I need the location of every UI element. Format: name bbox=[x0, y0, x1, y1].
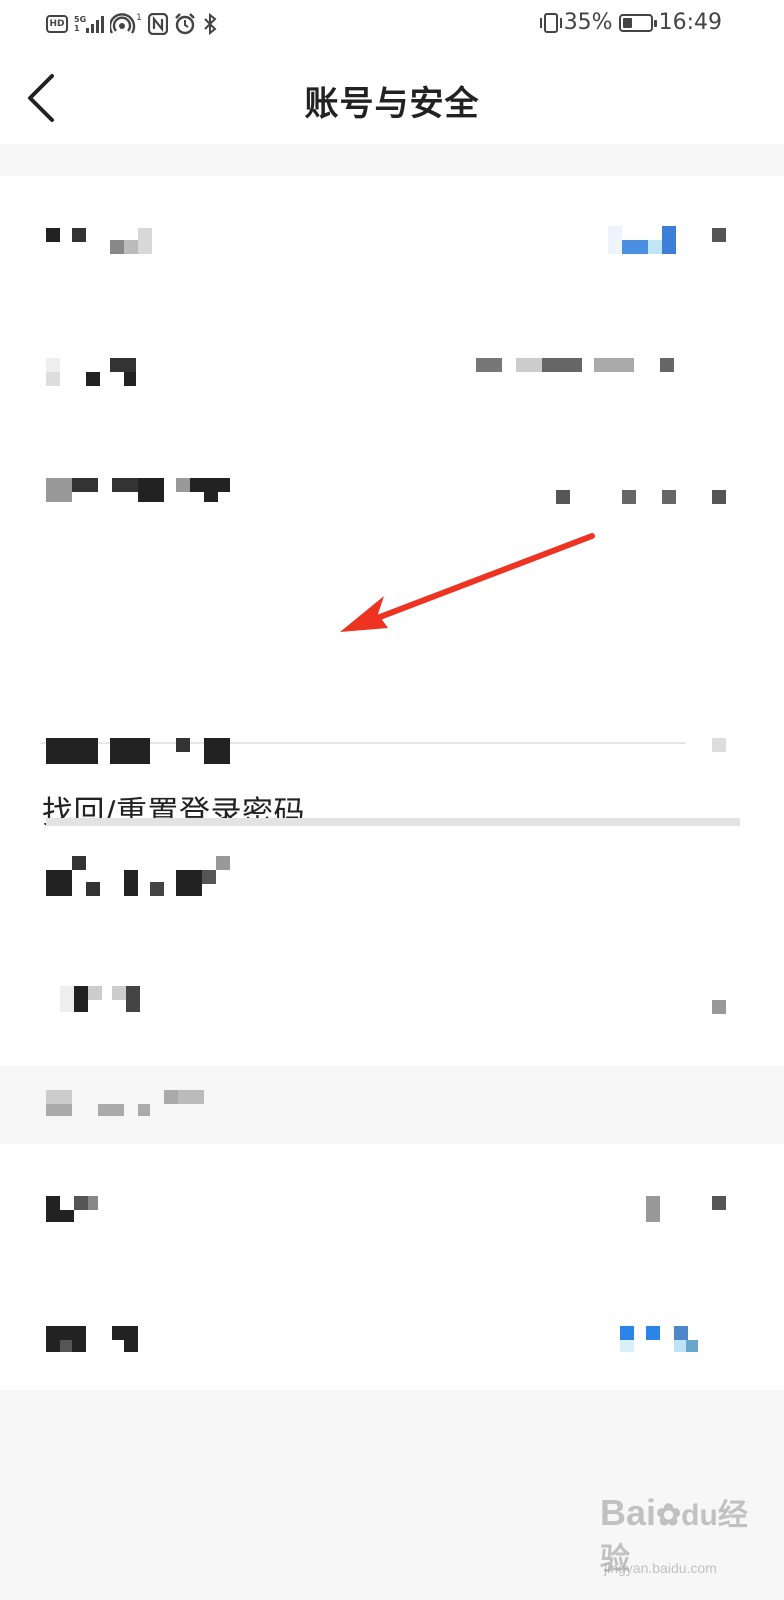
settings-row-6[interactable] bbox=[0, 846, 784, 966]
bluetooth-icon bbox=[202, 12, 218, 36]
redacted-label bbox=[46, 478, 236, 508]
redacted-label bbox=[46, 1326, 146, 1354]
redacted-label bbox=[46, 1196, 106, 1224]
status-left: HD 5G 1 1 bbox=[46, 12, 218, 36]
baidu-watermark: Bai✿du经验 jingyan.baidu.com bbox=[600, 1490, 770, 1590]
nfc-icon bbox=[147, 12, 168, 36]
signal-label-sim: 1 bbox=[74, 24, 80, 33]
hd-icon: HD bbox=[46, 15, 68, 33]
clock: 16:49 bbox=[658, 10, 722, 35]
alarm-icon bbox=[174, 12, 196, 36]
settings-row-7[interactable] bbox=[0, 956, 784, 1076]
redacted-value bbox=[608, 226, 688, 256]
redacted-label bbox=[46, 228, 156, 258]
redacted-label bbox=[60, 986, 170, 1014]
hotspot-superscript: 1 bbox=[136, 13, 142, 23]
status-bar: HD 5G 1 1 35% 16:49 bbox=[0, 0, 784, 52]
status-right: 35% 16:49 bbox=[539, 10, 722, 35]
redacted-value bbox=[646, 1196, 660, 1222]
watermark-brand-text: Bai bbox=[600, 1492, 657, 1533]
account-options-group bbox=[0, 826, 784, 1066]
page-title: 账号与安全 bbox=[304, 84, 480, 124]
linked-accounts-group bbox=[0, 1144, 784, 1390]
app-header: 账号与安全 bbox=[0, 52, 784, 144]
row-chevron-icon bbox=[712, 1196, 726, 1210]
battery-level bbox=[622, 17, 632, 28]
settings-row-3[interactable] bbox=[0, 428, 784, 548]
battery-percent: 35% bbox=[563, 10, 613, 35]
settings-row-8[interactable] bbox=[0, 1144, 784, 1264]
section-header bbox=[0, 1066, 784, 1144]
redacted-value bbox=[712, 738, 726, 752]
settings-row-9[interactable] bbox=[0, 1274, 784, 1394]
settings-row-1[interactable] bbox=[0, 176, 784, 296]
redacted-section-title bbox=[46, 1090, 226, 1118]
redacted-value bbox=[476, 358, 686, 374]
vibrate-icon bbox=[539, 12, 562, 33]
battery-icon bbox=[618, 13, 657, 32]
paw-icon: ✿ bbox=[656, 1499, 682, 1532]
settings-row-2[interactable] bbox=[0, 306, 784, 426]
redacted-label bbox=[46, 358, 146, 388]
redacted-value bbox=[556, 490, 726, 504]
signal-label-5g: 5G bbox=[74, 15, 87, 24]
watermark-url: jingyan.baidu.com bbox=[604, 1560, 717, 1576]
redacted-value bbox=[620, 1326, 700, 1354]
redacted-label bbox=[46, 738, 236, 766]
5g-signal-icon: 5G 1 bbox=[74, 12, 105, 36]
settings-row-5[interactable] bbox=[0, 698, 784, 818]
row-chevron-icon bbox=[712, 1000, 726, 1014]
redacted-label bbox=[46, 856, 236, 896]
row-chevron-icon bbox=[712, 228, 726, 242]
hotspot-icon: 1 bbox=[110, 12, 142, 36]
